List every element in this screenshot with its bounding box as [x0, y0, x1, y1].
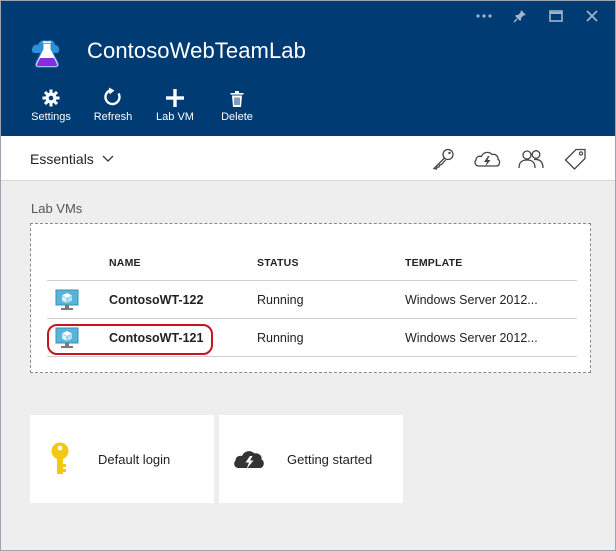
lab-vm-label: Lab VM: [156, 111, 194, 123]
lab-vms-table: NAME STATUS TEMPLATE ContosoWT-122 Runni…: [47, 246, 577, 357]
lab-vms-part: NAME STATUS TEMPLATE ContosoWT-122 Runni…: [30, 223, 591, 373]
users-icon[interactable]: [517, 146, 545, 172]
add-lab-vm-button[interactable]: Lab VM: [153, 85, 197, 123]
column-header-template: TEMPLATE: [405, 257, 463, 269]
getting-started-label: Getting started: [287, 451, 373, 467]
virtual-machine-icon: [55, 327, 79, 348]
lab-vms-heading: Lab VMs: [31, 201, 83, 216]
maximize-icon[interactable]: [547, 7, 565, 25]
delete-label: Delete: [221, 111, 253, 123]
command-bar: Settings Refresh Lab VM Delete: [29, 85, 277, 123]
essentials-label: Essentials: [30, 151, 94, 167]
vm-template: Windows Server 2012...: [405, 292, 538, 307]
lab-flask-icon: [29, 33, 65, 69]
vm-template: Windows Server 2012...: [405, 330, 538, 345]
more-icon[interactable]: [475, 7, 493, 25]
key-icon: [30, 442, 90, 476]
default-login-label: Default login: [98, 451, 171, 467]
refresh-icon: [103, 85, 123, 107]
column-header-name: NAME: [109, 257, 141, 269]
getting-started-tile[interactable]: Getting started: [219, 415, 403, 503]
table-row[interactable]: ContosoWT-122 Running Windows Server 201…: [47, 281, 577, 319]
vm-status: Running: [257, 292, 304, 307]
cloud-lightning-icon[interactable]: [473, 146, 501, 172]
refresh-button[interactable]: Refresh: [91, 85, 135, 123]
virtual-machine-icon: [55, 289, 79, 310]
gear-icon: [42, 85, 60, 107]
blade-header: ContosoWebTeamLab Settings Refresh Lab V…: [1, 1, 615, 136]
cloud-lightning-icon: [219, 448, 279, 470]
table-header: NAME STATUS TEMPLATE: [47, 246, 577, 281]
settings-button[interactable]: Settings: [29, 85, 73, 123]
pin-icon[interactable]: [511, 7, 529, 25]
essentials-toggle[interactable]: Essentials: [30, 151, 114, 167]
vm-name: ContosoWT-122: [109, 292, 204, 307]
close-icon[interactable]: [583, 7, 601, 25]
trash-icon: [230, 85, 244, 107]
title-row: ContosoWebTeamLab: [29, 33, 306, 69]
tag-icon[interactable]: [561, 146, 589, 172]
essentials-bar: Essentials: [1, 136, 615, 181]
chevron-down-icon: [102, 155, 114, 162]
page-title: ContosoWebTeamLab: [87, 38, 306, 63]
refresh-label: Refresh: [93, 111, 133, 123]
lab-blade: ContosoWebTeamLab Settings Refresh Lab V…: [0, 0, 616, 551]
essentials-actions: [429, 146, 589, 172]
window-controls: [475, 5, 601, 27]
vm-name: ContosoWT-121: [109, 330, 204, 345]
key-icon[interactable]: [429, 146, 457, 172]
settings-label: Settings: [31, 111, 71, 123]
plus-icon: [166, 85, 184, 107]
vm-status: Running: [257, 330, 304, 345]
column-header-status: STATUS: [257, 257, 299, 269]
default-login-tile[interactable]: Default login: [30, 415, 214, 503]
table-row[interactable]: ContosoWT-121 Running Windows Server 201…: [47, 319, 577, 357]
delete-button[interactable]: Delete: [215, 85, 259, 123]
